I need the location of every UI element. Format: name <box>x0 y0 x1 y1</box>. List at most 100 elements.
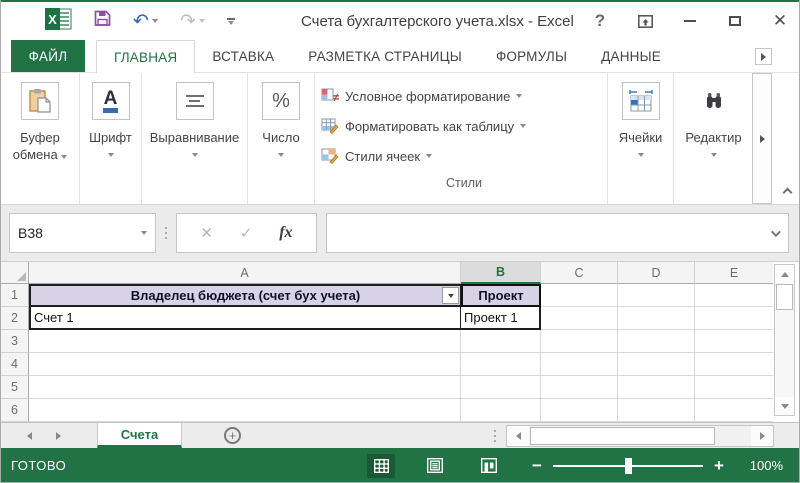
font-group-button[interactable]: А Шрифт <box>80 73 142 204</box>
cell-d1[interactable] <box>618 284 695 307</box>
cell-d5[interactable] <box>618 376 695 399</box>
cell-b5[interactable] <box>461 376 541 399</box>
row-header-5[interactable]: 5 <box>1 376 29 399</box>
scroll-down-button[interactable] <box>775 397 794 415</box>
cell-e3[interactable] <box>695 330 773 353</box>
collapse-ribbon-button[interactable] <box>782 186 792 196</box>
cell-b1[interactable]: Проект <box>461 284 541 307</box>
zoom-out-button[interactable]: − <box>529 456 545 476</box>
scroll-up-button[interactable] <box>775 265 794 283</box>
cell-a5[interactable] <box>29 376 461 399</box>
cell-c5[interactable] <box>541 376 618 399</box>
scroll-right-button[interactable] <box>751 426 773 446</box>
tab-page-layout[interactable]: РАЗМЕТКА СТРАНИЦЫ <box>291 40 479 72</box>
cell-d3[interactable] <box>618 330 695 353</box>
namebox-splitter-handle[interactable] <box>165 227 167 239</box>
enter-entry-button[interactable]: ✓ <box>240 224 253 242</box>
column-header-d[interactable]: D <box>618 262 695 284</box>
cell-e6[interactable] <box>695 399 773 422</box>
cell-c3[interactable] <box>541 330 618 353</box>
column-header-b[interactable]: B <box>461 262 541 284</box>
select-all-button[interactable] <box>1 262 29 284</box>
help-button[interactable]: ? <box>591 12 609 30</box>
cell-c1[interactable] <box>541 284 618 307</box>
row-header-3[interactable]: 3 <box>1 330 29 353</box>
row-header-1[interactable]: 1 <box>1 284 29 307</box>
horizontal-scrollbar-thumb[interactable] <box>530 427 715 445</box>
undo-button[interactable]: ↶ <box>133 12 158 30</box>
tab-file[interactable]: ФАЙЛ <box>11 40 85 72</box>
cell-a6[interactable] <box>29 399 461 422</box>
cell-e4[interactable] <box>695 353 773 376</box>
column-header-e[interactable]: E <box>695 262 773 284</box>
normal-view-button[interactable] <box>367 454 395 478</box>
row-header-2[interactable]: 2 <box>1 307 29 330</box>
vertical-scrollbar[interactable] <box>774 264 795 416</box>
tab-splitter-handle[interactable] <box>494 430 496 442</box>
tab-home[interactable]: ГЛАВНАЯ <box>96 40 195 73</box>
sheet-nav-left-button[interactable] <box>27 432 32 440</box>
cancel-entry-button[interactable]: ✕ <box>200 224 213 242</box>
name-box-caret-icon[interactable] <box>141 231 147 235</box>
minimize-button[interactable] <box>681 12 699 30</box>
cell-c2[interactable] <box>541 307 618 330</box>
new-sheet-button[interactable]: + <box>224 427 241 444</box>
conditional-formatting-button[interactable]: ≠ Условное форматирование <box>321 81 522 111</box>
cell-b6[interactable] <box>461 399 541 422</box>
page-layout-view-button[interactable] <box>421 454 449 478</box>
insert-function-button[interactable]: fx <box>279 224 292 242</box>
tab-data[interactable]: ДАННЫЕ <box>584 40 678 72</box>
cell-c6[interactable] <box>541 399 618 422</box>
cell-c4[interactable] <box>541 353 618 376</box>
zoom-in-button[interactable]: + <box>711 456 727 476</box>
expand-formula-bar-icon[interactable] <box>771 227 781 237</box>
zoom-slider-thumb[interactable] <box>625 458 632 474</box>
clipboard-group-button[interactable]: Буфер обмена <box>1 73 80 204</box>
column-header-a[interactable]: A <box>29 262 461 284</box>
cell-d4[interactable] <box>618 353 695 376</box>
maximize-button[interactable] <box>726 12 744 30</box>
customize-qat-button[interactable] <box>227 18 235 25</box>
zoom-level[interactable]: 100% <box>745 458 783 473</box>
cell-e5[interactable] <box>695 376 773 399</box>
close-button[interactable]: ✕ <box>771 12 789 30</box>
editing-group-button[interactable]: Редактир <box>674 73 753 204</box>
cells-group-button[interactable]: Ячейки <box>608 73 674 204</box>
filter-dropdown-button[interactable] <box>442 287 459 304</box>
tab-insert[interactable]: ВСТАВКА <box>195 40 291 72</box>
cell-b4[interactable] <box>461 353 541 376</box>
cell-a3[interactable] <box>29 330 461 353</box>
cell-a4[interactable] <box>29 353 461 376</box>
cell-styles-button[interactable]: Стили ячеек <box>321 141 432 171</box>
page-break-preview-button[interactable] <box>475 454 503 478</box>
number-group-button[interactable]: % Число <box>248 73 315 204</box>
cell-e1[interactable] <box>695 284 773 307</box>
sheet-nav-right-button[interactable] <box>56 432 61 440</box>
zoom-slider[interactable] <box>553 465 703 467</box>
ribbon-display-options-button[interactable] <box>636 12 654 30</box>
cell-b3[interactable] <box>461 330 541 353</box>
column-header-c[interactable]: C <box>541 262 618 284</box>
cell-a1[interactable]: Владелец бюджета (счет бух учета) <box>29 284 461 307</box>
redo-button[interactable]: ↷ <box>180 12 205 30</box>
tab-scroll-right-button[interactable] <box>755 48 772 65</box>
undo-dropdown-caret-icon[interactable] <box>152 19 158 23</box>
ribbon-scroll-right-button[interactable] <box>752 73 772 204</box>
vertical-scrollbar-thumb[interactable] <box>776 284 793 310</box>
row-header-6[interactable]: 6 <box>1 399 29 422</box>
save-icon[interactable] <box>94 10 111 32</box>
formula-input[interactable] <box>326 213 789 253</box>
cell-e2[interactable] <box>695 307 773 330</box>
cell-b2[interactable]: Проект 1 <box>461 307 541 330</box>
scroll-left-button[interactable] <box>507 426 529 446</box>
horizontal-scrollbar[interactable] <box>506 425 774 447</box>
tab-formulas[interactable]: ФОРМУЛЫ <box>479 40 584 72</box>
cell-d2[interactable] <box>618 307 695 330</box>
row-header-4[interactable]: 4 <box>1 353 29 376</box>
excel-app-icon[interactable]: X <box>45 8 72 35</box>
format-as-table-button[interactable]: Форматировать как таблицу <box>321 111 526 141</box>
cell-d6[interactable] <box>618 399 695 422</box>
sheet-tab-active[interactable]: Счета <box>97 423 182 448</box>
alignment-group-button[interactable]: Выравнивание <box>142 73 248 204</box>
cell-a2[interactable]: Счет 1 <box>29 307 461 330</box>
